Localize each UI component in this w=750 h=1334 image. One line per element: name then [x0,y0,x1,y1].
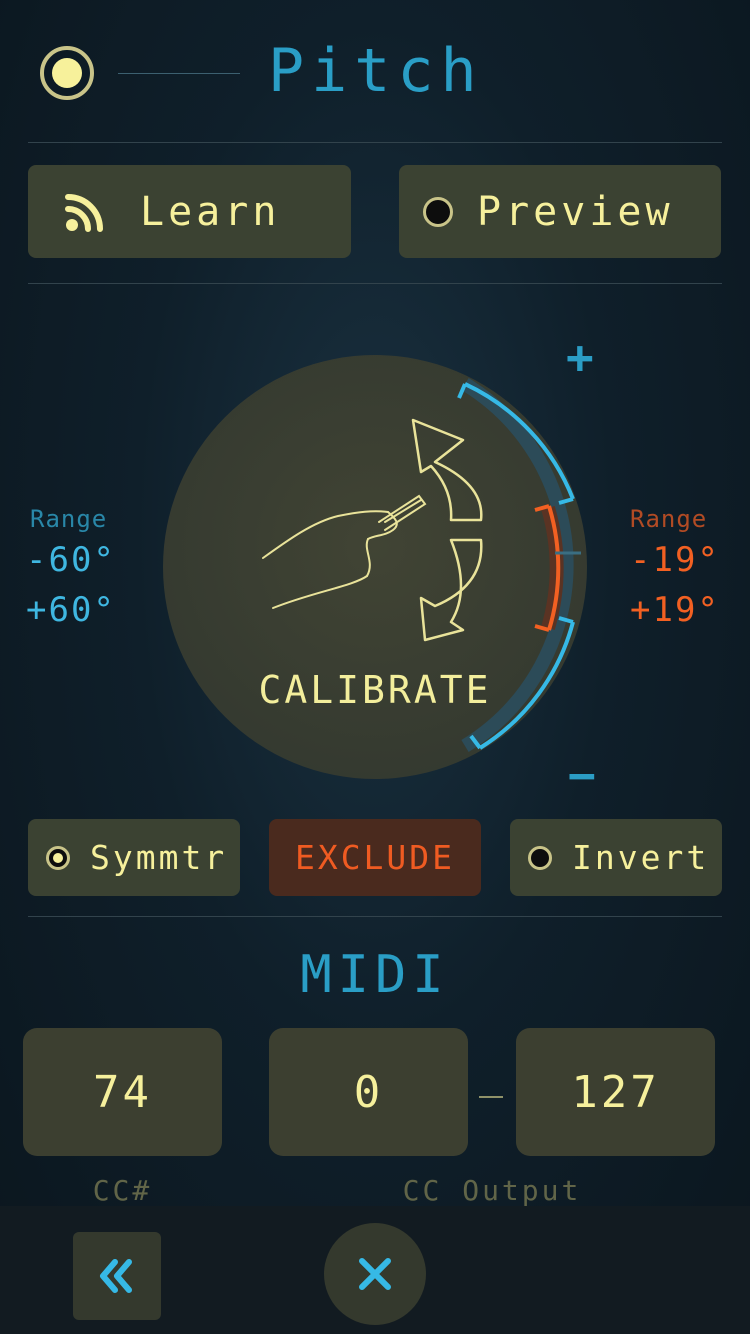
divider [28,142,722,143]
hand-icon [262,494,427,609]
range-right-min: -19° [630,540,720,580]
cc-number-field[interactable]: 74 [23,1028,222,1156]
learn-button[interactable]: Learn [28,165,351,258]
range-right-label: Range [630,505,708,533]
symmetric-label: Symmtr [90,838,228,877]
dial-graphics [262,378,581,752]
rotate-arrows-icon [411,418,483,642]
range-left-max: +60° [26,590,116,630]
minus-icon[interactable]: − [568,748,596,802]
calibrate-label: CALIBRATE [258,668,492,712]
preview-label: Preview [477,188,674,235]
range-left-min: -60° [26,540,116,580]
cc-number-label: CC# [92,1174,153,1207]
invert-label: Invert [572,838,710,877]
range-left-label: Range [30,505,108,533]
range-dash [479,1096,503,1098]
invert-radio-icon [528,845,552,870]
power-on-indicator [52,58,82,88]
symmetric-radio-icon [46,845,70,870]
preview-button[interactable]: Preview [399,165,721,258]
power-toggle[interactable] [40,46,94,100]
midi-title: MIDI [300,945,450,1005]
cc-output-label: CC Output [402,1174,582,1207]
invert-toggle[interactable]: Invert [510,819,722,896]
learn-label: Learn [140,188,281,235]
cc-min-field[interactable]: 0 [269,1028,468,1156]
divider [28,916,722,917]
double-chevron-left-icon [100,1259,132,1293]
back-button[interactable] [73,1232,161,1320]
exclude-label: EXCLUDE [294,838,456,877]
preview-radio-icon [423,196,453,227]
signal-icon [65,193,103,232]
exclude-button[interactable]: EXCLUDE [269,819,481,896]
range-right-max: +19° [630,590,720,630]
close-icon [359,1258,391,1290]
cc-max-field[interactable]: 127 [516,1028,715,1156]
close-button[interactable] [324,1223,426,1325]
page-title: Pitch [268,36,484,106]
header-line [118,73,240,74]
divider [28,283,722,284]
symmetric-toggle[interactable]: Symmtr [28,819,240,896]
plus-icon[interactable]: + [566,330,594,384]
